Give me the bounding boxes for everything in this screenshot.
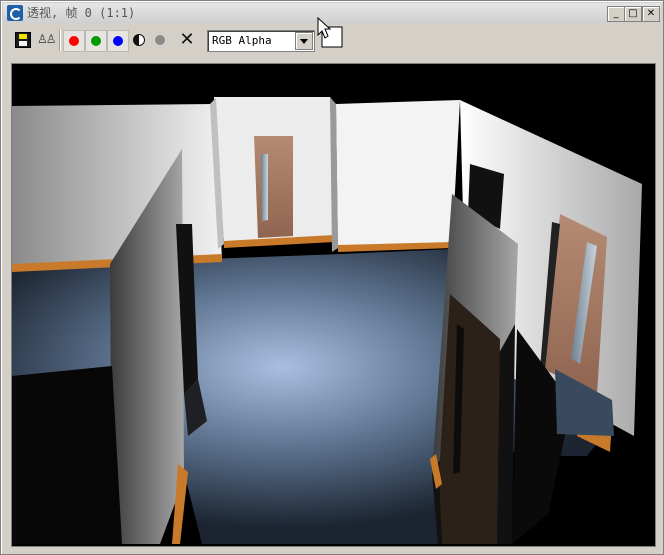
blue-channel-icon (113, 36, 123, 46)
channel-select-value: RGB Alpha (212, 34, 272, 47)
render-viewport[interactable] (11, 63, 656, 547)
channel-select[interactable]: RGB Alpha (207, 30, 315, 52)
green-channel-button[interactable] (85, 30, 107, 52)
monochrome-icon (133, 34, 145, 46)
window-title: 透视, 帧 0 (1:1) (27, 6, 136, 20)
render-frame-window: 透视, 帧 0 (1:1) _ □ ✕ ♙♙ ✕ RGB Alpha (0, 0, 664, 555)
clear-icon (155, 35, 165, 45)
green-channel-icon (91, 36, 101, 46)
clone-icon: ♙♙ (37, 32, 56, 46)
close-button[interactable]: ✕ (642, 6, 660, 22)
monochrome-button[interactable] (129, 30, 149, 50)
clone-button[interactable]: ♙♙ (35, 30, 56, 50)
maximize-button[interactable]: □ (624, 6, 642, 22)
separator (59, 29, 60, 51)
dropdown-arrow-icon[interactable] (295, 32, 313, 50)
blue-channel-button[interactable] (107, 30, 129, 52)
clear-button[interactable]: ✕ (177, 30, 197, 50)
app-icon (7, 5, 23, 21)
minimize-button[interactable]: _ (607, 6, 625, 22)
save-button[interactable] (13, 30, 33, 50)
red-channel-button[interactable] (63, 30, 85, 52)
mouse-cursor-icon (317, 16, 343, 49)
red-channel-icon (69, 36, 79, 46)
close-x-icon: ✕ (179, 29, 195, 50)
clear-channel-button[interactable] (151, 30, 171, 50)
save-icon (15, 32, 31, 48)
